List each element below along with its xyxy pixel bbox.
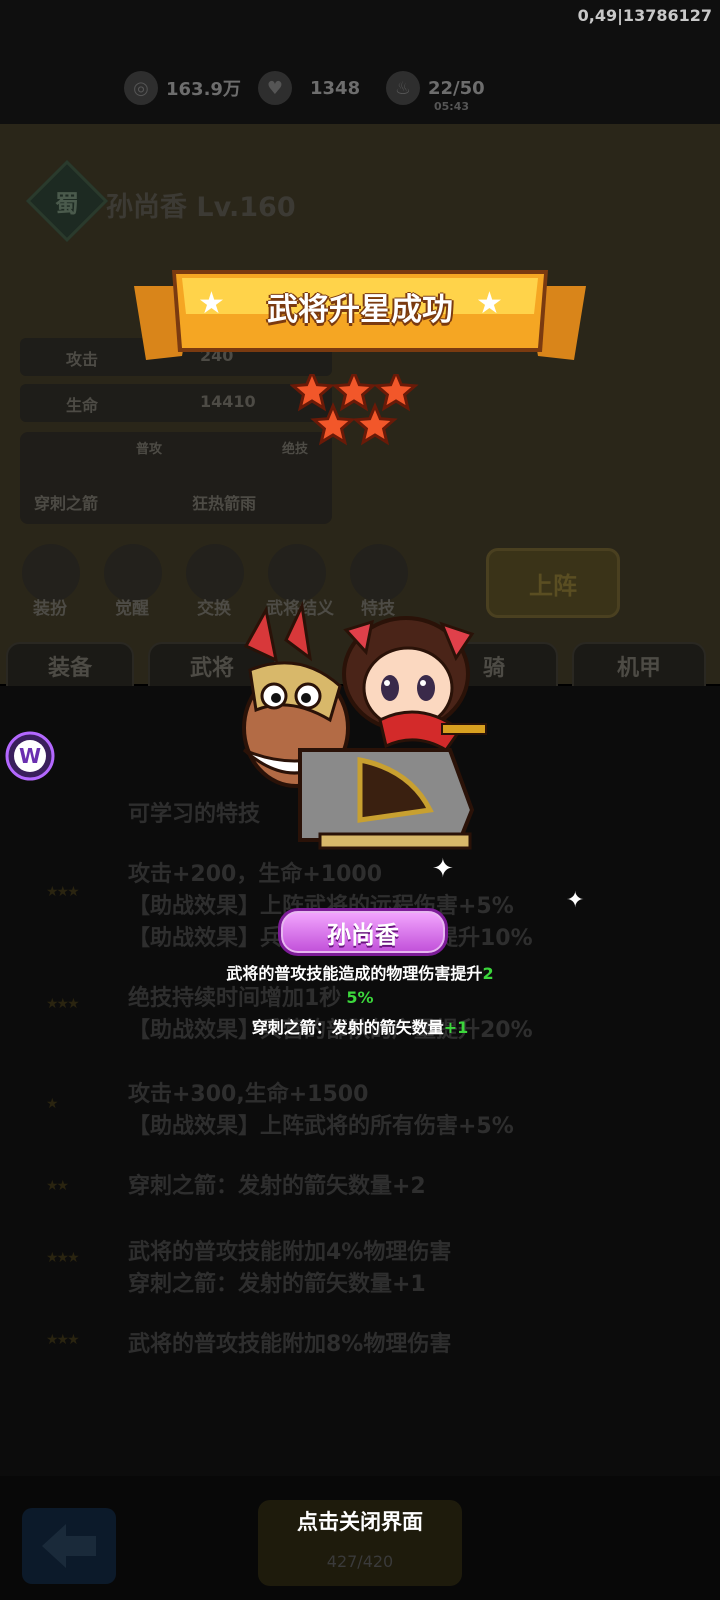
effect-line-2: 5%: [346, 988, 374, 1007]
talent-tier-stars: ★★★: [46, 1332, 80, 1348]
talent-line: 武将的普攻技能附加4%物理伤害: [128, 1240, 452, 1265]
stat-hp: 生命 14410: [20, 384, 332, 422]
fragment-count: 427/420: [326, 1552, 394, 1571]
talent-tier-stars: ★: [46, 1096, 58, 1112]
star-icon: [290, 374, 335, 412]
talent-line: 攻击+300,生命+1500: [128, 1082, 369, 1107]
heart-gem-icon: ♥: [258, 71, 292, 105]
hero-name-level: 孙尚香 Lv.160: [106, 192, 296, 223]
drumstick-icon: ♨: [386, 71, 420, 105]
skill-arrow-rain[interactable]: 狂热箭雨: [192, 490, 256, 514]
close-hint[interactable]: 点击关闭界面: [0, 1506, 720, 1536]
banner-title: 武将升星成功: [267, 292, 453, 328]
tab-mecha[interactable]: 机甲: [572, 642, 706, 690]
sparkle-icon: ✦: [566, 888, 585, 913]
hero-name-badge: 孙尚香: [278, 908, 448, 956]
effect-line-1: 武将的普攻技能造成的物理伤害提升2: [226, 964, 494, 983]
star-icon: ★: [198, 286, 225, 321]
star-icon: ★: [476, 286, 503, 321]
talent-line: 穿刺之箭：发射的箭矢数量+2: [128, 1174, 426, 1199]
effect-line-3: 穿刺之箭：发射的箭矢数量+1: [251, 1018, 469, 1037]
silver-resource[interactable]: ◎ 163.9万: [124, 70, 241, 106]
star-icon: [331, 374, 377, 412]
talent-line: 【助战效果】上阵武将的所有伤害+5%: [128, 1114, 514, 1139]
gem-resource[interactable]: ♥ 1348: [258, 70, 360, 106]
faction-label: 蜀: [55, 189, 79, 218]
star-rating: [290, 374, 419, 446]
star-icon: [310, 402, 356, 446]
sparkle-icon: ✦: [432, 854, 454, 884]
skill-pierce-arrow[interactable]: 穿刺之箭: [34, 490, 98, 514]
func-awaken[interactable]: 觉醒: [92, 594, 172, 619]
talent-line: 武将的普攻技能附加8%物理伤害: [128, 1332, 452, 1357]
talent-tier-stars: ★★★: [46, 1250, 80, 1266]
talent-line: 穿刺之箭：发射的箭矢数量+1: [128, 1272, 426, 1297]
star-icon: [373, 374, 419, 412]
svg-text:W: W: [19, 744, 41, 768]
skills-panel: 普攻 穿刺之箭 绝技 狂热箭雨: [20, 432, 332, 524]
star-icon: [352, 402, 398, 446]
deploy-button[interactable]: 上阵: [486, 548, 620, 618]
hero-portrait: [242, 600, 487, 850]
w-app-logo-icon[interactable]: W: [4, 730, 56, 782]
debug-id-text: 0,49|13786127: [577, 6, 712, 25]
tab-equipment[interactable]: 装备: [6, 642, 134, 690]
talent-tier-stars: ★★★: [46, 884, 80, 900]
stamina-resource[interactable]: ♨ 22/50 05:43: [386, 70, 485, 113]
talent-tier-stars: ★★: [46, 1178, 69, 1194]
coin-icon: ◎: [124, 71, 158, 105]
func-costume[interactable]: 装扮: [10, 594, 90, 619]
